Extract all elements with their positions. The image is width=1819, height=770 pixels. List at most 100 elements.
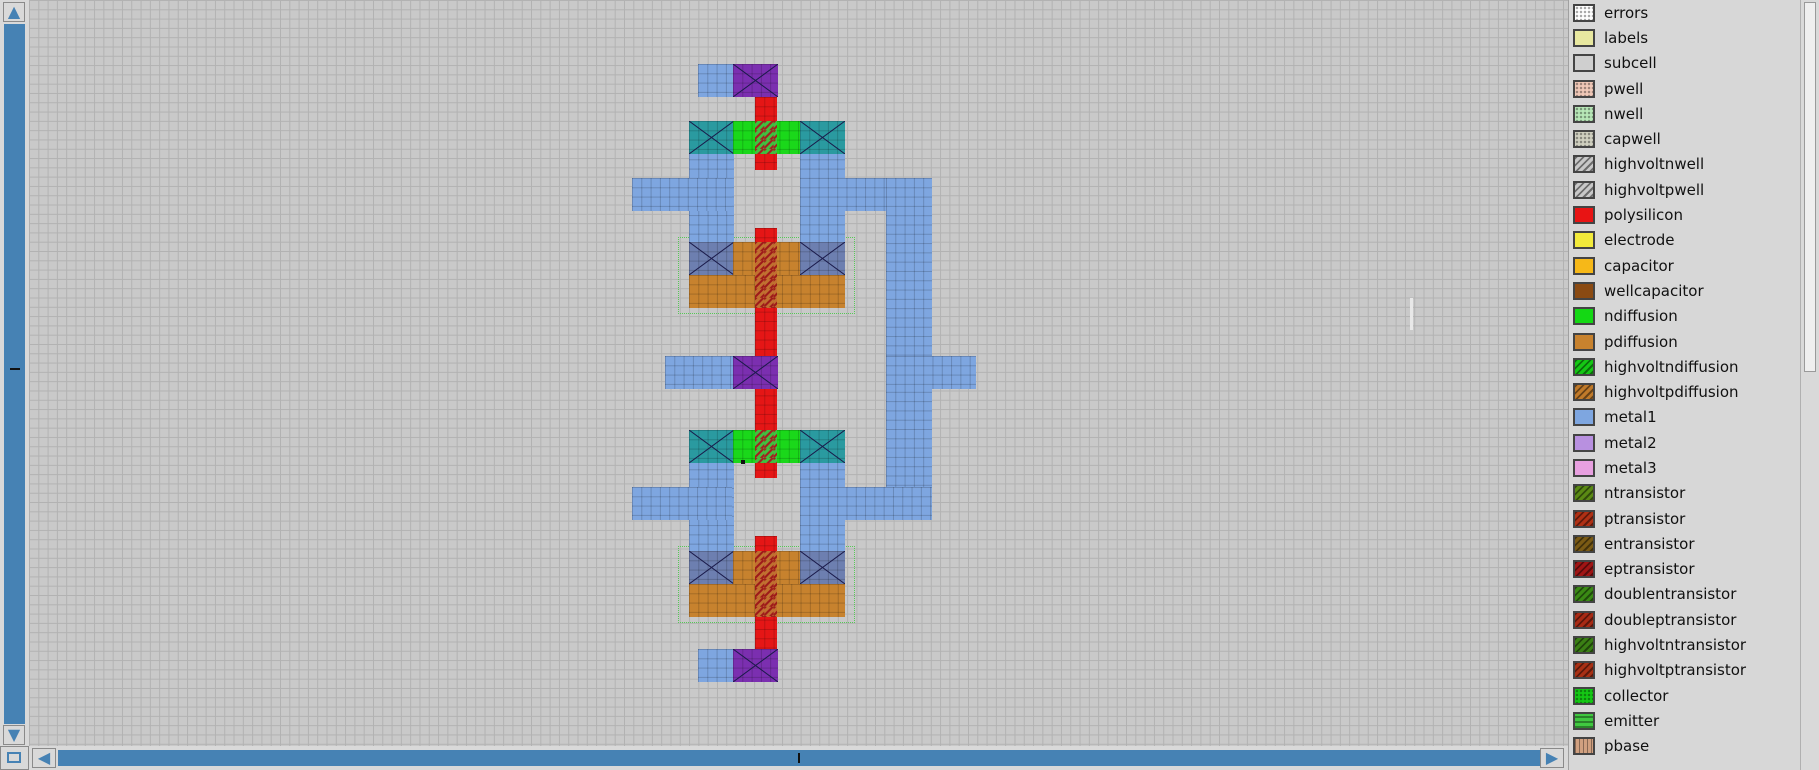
metal1-shape[interactable] (886, 356, 976, 389)
palette-item-ntransistor[interactable]: ntransistor (1569, 481, 1806, 506)
palette-item-doubleptransistor[interactable]: doubleptransistor (1569, 607, 1806, 632)
palette-item-label: pbase (1604, 737, 1650, 756)
labels-swatch-icon (1573, 28, 1595, 47)
palette-item-label: metal2 (1604, 433, 1657, 452)
vertical-scroll-thumb-mark[interactable] (10, 368, 20, 370)
horizontal-scrollbar[interactable]: ◀ ▶ (29, 746, 1568, 770)
palette-item-label: ntransistor (1604, 484, 1686, 503)
palette-item-label: polysilicon (1604, 206, 1683, 225)
highvoltnwell-swatch-icon (1573, 155, 1595, 174)
highvoltpdiffusion-swatch-icon (1573, 383, 1595, 402)
palette-item-pwell[interactable]: pwell (1569, 76, 1806, 101)
palette-item-label: ndiffusion (1604, 307, 1678, 326)
ntransistor-swatch-icon (1573, 484, 1595, 503)
ptransistor-shape[interactable] (755, 242, 777, 308)
palette-item-wellcapacitor[interactable]: wellcapacitor (1569, 278, 1806, 303)
palette-item-highvoltpwell[interactable]: highvoltpwell (1569, 177, 1806, 202)
layer-palette: errors labels subcell pwell nwell capwell high… (1568, 0, 1806, 770)
palette-item-entransistor[interactable]: entransistor (1569, 531, 1806, 556)
ndiff-contact[interactable] (689, 430, 734, 463)
poly-contact[interactable] (733, 64, 778, 97)
scroll-left-arrow-icon[interactable]: ◀ (32, 748, 56, 768)
ndiff-contact[interactable] (800, 121, 845, 154)
palette-item-ndiffusion[interactable]: ndiffusion (1569, 304, 1806, 329)
ndiff-contact[interactable] (800, 430, 845, 463)
ndiff-contact[interactable] (689, 121, 734, 154)
metal1-shape[interactable] (632, 178, 732, 211)
palette-item-nwell[interactable]: nwell (1569, 101, 1806, 126)
horizontal-scroll-track[interactable] (58, 750, 1563, 766)
palette-item-ptransistor[interactable]: ptransistor (1569, 506, 1806, 531)
palette-item-highvoltpdiffusion[interactable]: highvoltpdiffusion (1569, 379, 1806, 404)
emitter-swatch-icon (1573, 711, 1595, 730)
ntransistor-shape[interactable] (755, 121, 777, 154)
highvoltpwell-swatch-icon (1573, 180, 1595, 199)
zoom-box-icon[interactable] (0, 746, 29, 770)
palette-item-highvoltptransistor[interactable]: highvoltptransistor (1569, 658, 1806, 683)
capacitor-swatch-icon (1573, 256, 1595, 275)
palette-item-pbase[interactable]: pbase (1569, 734, 1806, 759)
palette-item-label: highvoltntransistor (1604, 636, 1747, 655)
palette-item-errors[interactable]: errors (1569, 0, 1806, 25)
scroll-right-arrow-icon[interactable]: ▶ (1540, 748, 1564, 768)
horizontal-scroll-thumb-mark[interactable] (798, 753, 800, 763)
palette-item-label: highvoltpdiffusion (1604, 383, 1739, 402)
palette-item-labels[interactable]: labels (1569, 25, 1806, 50)
palette-item-label: highvoltndiffusion (1604, 357, 1739, 376)
palette-item-doublentransistor[interactable]: doublentransistor (1569, 582, 1806, 607)
metal2-swatch-icon (1573, 433, 1595, 452)
palette-item-highvoltnwell[interactable]: highvoltnwell (1569, 152, 1806, 177)
palette-item-label: nwell (1604, 104, 1644, 123)
palette-item-highvoltndiffusion[interactable]: highvoltndiffusion (1569, 354, 1806, 379)
pdiff-contact[interactable] (689, 551, 734, 584)
metal1-shape[interactable] (698, 64, 735, 97)
poly-contact[interactable] (733, 649, 778, 682)
nwell-swatch-icon (1573, 104, 1595, 123)
palette-item-eptransistor[interactable]: eptransistor (1569, 557, 1806, 582)
palette-item-pdiffusion[interactable]: pdiffusion (1569, 329, 1806, 354)
palette-item-emitter[interactable]: emitter (1569, 708, 1806, 733)
collector-swatch-icon (1573, 686, 1595, 705)
vertical-scroll-track[interactable] (4, 24, 25, 724)
palette-scrollbar[interactable] (1800, 0, 1819, 770)
palette-item-highvoltntransistor[interactable]: highvoltntransistor (1569, 632, 1806, 657)
palette-item-metal3[interactable]: metal3 (1569, 455, 1806, 480)
highvoltndiffusion-swatch-icon (1573, 357, 1595, 376)
metal1-swatch-icon (1573, 408, 1595, 427)
highvoltntransistor-swatch-icon (1573, 636, 1595, 655)
palette-item-subcell[interactable]: subcell (1569, 51, 1806, 76)
pdiff-contact[interactable] (689, 242, 734, 275)
metal1-shape[interactable] (632, 487, 732, 520)
palette-item-electrode[interactable]: electrode (1569, 228, 1806, 253)
palette-item-collector[interactable]: collector (1569, 683, 1806, 708)
palette-item-label: highvoltnwell (1604, 155, 1705, 174)
ptransistor-shape[interactable] (755, 551, 777, 617)
metal1-shape[interactable] (800, 487, 932, 520)
metal1-shape[interactable] (886, 178, 932, 508)
poly-contact[interactable] (733, 356, 778, 389)
palette-item-metal1[interactable]: metal1 (1569, 405, 1806, 430)
metal3-swatch-icon (1573, 458, 1595, 477)
doublentransistor-swatch-icon (1573, 585, 1595, 604)
ntransistor-shape[interactable] (755, 430, 777, 463)
pdiff-contact[interactable] (800, 551, 845, 584)
scroll-up-arrow-icon[interactable]: ▲ (3, 2, 25, 22)
palette-item-label: metal3 (1604, 458, 1657, 477)
palette-scroll-thumb[interactable] (1804, 2, 1816, 372)
metal1-shape[interactable] (698, 649, 735, 682)
palette-item-polysilicon[interactable]: polysilicon (1569, 202, 1806, 227)
palette-item-label: pwell (1604, 79, 1644, 98)
wellcapacitor-swatch-icon (1573, 281, 1595, 300)
capwell-swatch-icon (1573, 130, 1595, 149)
scroll-down-arrow-icon[interactable]: ▼ (3, 725, 25, 745)
palette-item-label: labels (1604, 28, 1649, 47)
palette-item-capwell[interactable]: capwell (1569, 126, 1806, 151)
palette-item-capacitor[interactable]: capacitor (1569, 253, 1806, 278)
metal1-shape[interactable] (665, 356, 735, 389)
pdiff-contact[interactable] (800, 242, 845, 275)
doubleptransistor-swatch-icon (1573, 610, 1595, 629)
vertical-scrollbar[interactable]: ▲ ▼ (0, 0, 29, 746)
layout-canvas[interactable] (29, 0, 1568, 746)
palette-item-metal2[interactable]: metal2 (1569, 430, 1806, 455)
palette-item-label: errors (1604, 3, 1649, 22)
